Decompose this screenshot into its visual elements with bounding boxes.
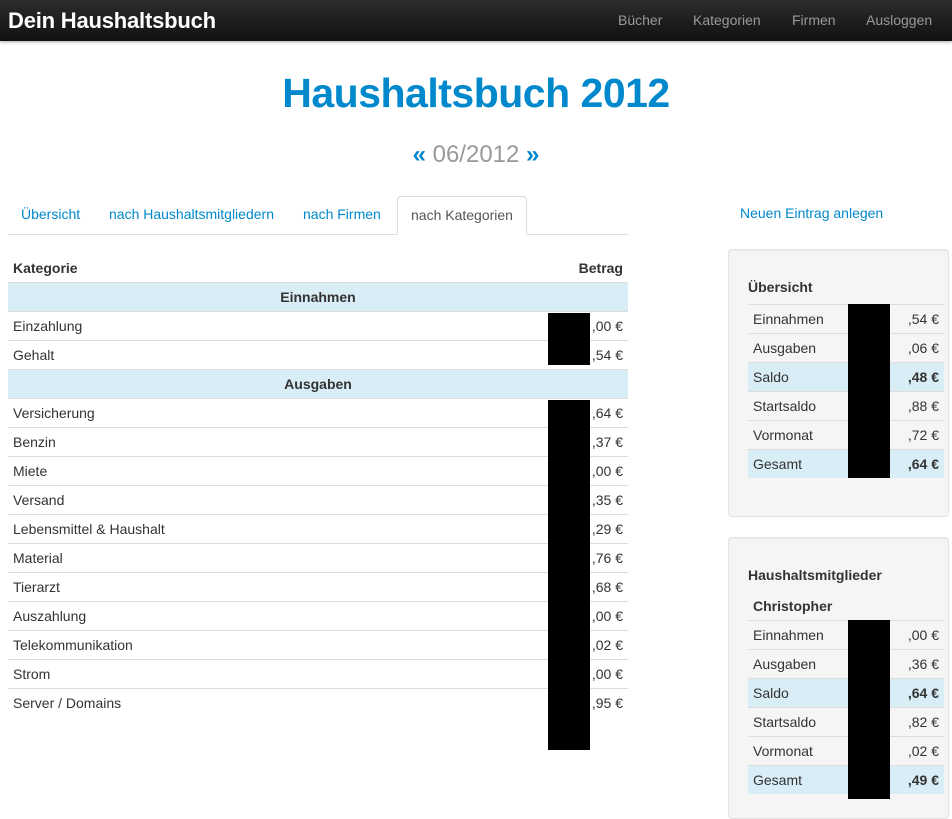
table-row: Gehalt ,54 €: [8, 340, 628, 370]
overview-panel-title: Übersicht: [748, 279, 813, 295]
tab-haushaltsmitglieder[interactable]: nach Haushaltsmitgliedern: [96, 196, 287, 233]
table-row: Ausgaben ,06 €: [748, 333, 944, 363]
table-row: Einnahmen ,00 €: [748, 620, 944, 650]
redaction-block-overview: [848, 304, 890, 478]
month-navigation: « 06/2012 »: [0, 141, 952, 169]
table-row: Material ,76 €: [8, 543, 628, 573]
table-row: Strom ,00 €: [8, 659, 628, 689]
category-name: Miete: [8, 456, 473, 486]
nav-item-firmen[interactable]: Firmen: [792, 12, 836, 28]
table-row: Vormonat ,02 €: [748, 736, 944, 766]
section-label-expenses: Ausgaben: [8, 369, 628, 399]
table-row: Auszahlung ,00 €: [8, 601, 628, 631]
table-row: Versand ,35 €: [8, 485, 628, 515]
brand-logo-text[interactable]: Dein Haushaltsbuch: [8, 8, 216, 34]
next-month-link[interactable]: »: [526, 141, 539, 168]
table-row: Telekommunikation ,02 €: [8, 630, 628, 660]
view-tabs: Übersicht nach Haushaltsmitgliedern nach…: [8, 196, 628, 235]
tab-uebersicht[interactable]: Übersicht: [8, 196, 93, 233]
member-name: Christopher: [753, 598, 833, 614]
section-expenses: Ausgaben: [8, 369, 628, 399]
table-row: Einzahlung ,00 €: [8, 311, 628, 341]
table-row: Saldo ,64 €: [748, 678, 944, 708]
table-row: Gesamt ,49 €: [748, 765, 944, 794]
table-row: Saldo ,48 €: [748, 362, 944, 392]
table-row: Einnahmen ,54 €: [748, 304, 944, 334]
table-row: Startsaldo ,88 €: [748, 391, 944, 421]
table-row: Versicherung ,64 €: [8, 398, 628, 428]
section-label-income: Einnahmen: [8, 282, 628, 312]
table-row: Startsaldo ,82 €: [748, 707, 944, 737]
nav-item-kategorien[interactable]: Kategorien: [693, 12, 761, 28]
category-name: Lebensmittel & Haushalt: [8, 514, 473, 544]
column-header-amount: Betrag: [578, 259, 623, 276]
category-name: Einzahlung: [8, 311, 473, 341]
table-row: Miete ,00 €: [8, 456, 628, 486]
members-panel: Haushaltsmitglieder Christopher Einnahme…: [728, 537, 949, 819]
nav-item-ausloggen[interactable]: Ausloggen: [866, 12, 932, 28]
column-header-category: Kategorie: [13, 259, 78, 276]
redaction-block-income: [548, 313, 590, 365]
table-row: Benzin ,37 €: [8, 427, 628, 457]
category-name: Versand: [8, 485, 473, 515]
category-table: Kategorie Betrag Einnahmen Einzahlung ,00…: [8, 253, 628, 717]
tab-firmen[interactable]: nach Firmen: [290, 196, 394, 233]
redaction-block-members: [848, 620, 890, 799]
redaction-block-expenses: [548, 400, 590, 750]
new-entry-link[interactable]: Neuen Eintrag anlegen: [740, 205, 883, 221]
category-name: Auszahlung: [8, 601, 473, 631]
table-header-row: Kategorie Betrag: [8, 253, 628, 283]
members-panel-title: Haushaltsmitglieder: [748, 567, 882, 583]
category-name: Strom: [8, 659, 473, 689]
table-row: Gesamt ,64 €: [748, 449, 944, 478]
current-month: 06/2012: [432, 141, 520, 168]
member-table: Einnahmen ,00 € Ausgaben ,36 € Saldo ,64 € …: [748, 620, 944, 794]
overview-table: Einnahmen ,54 € Ausgaben ,06 € Saldo ,48 € …: [748, 304, 944, 478]
table-row: Lebensmittel & Haushalt ,29 €: [8, 514, 628, 544]
category-name: Material: [8, 543, 473, 573]
table-row: Vormonat ,72 €: [748, 420, 944, 450]
table-row: Ausgaben ,36 €: [748, 649, 944, 679]
overview-panel: Übersicht Einnahmen ,54 € Ausgaben ,06 € S…: [728, 249, 949, 517]
tab-kategorien[interactable]: nach Kategorien: [397, 196, 527, 235]
category-name: Gehalt: [8, 340, 473, 370]
page-title: Haushaltsbuch 2012: [282, 70, 670, 116]
category-name: Tierarzt: [8, 572, 473, 602]
category-name: Versicherung: [8, 398, 473, 428]
table-row: Server / Domains ,95 €: [8, 688, 628, 717]
navbar: Dein Haushaltsbuch Bücher Kategorien Fir…: [0, 0, 952, 41]
section-income: Einnahmen: [8, 282, 628, 312]
table-row: Tierarzt ,68 €: [8, 572, 628, 602]
category-name: Server / Domains: [8, 688, 473, 717]
nav-item-buecher[interactable]: Bücher: [618, 12, 662, 28]
category-name: Benzin: [8, 427, 473, 457]
category-name: Telekommunikation: [8, 630, 473, 660]
prev-month-link[interactable]: «: [413, 141, 426, 168]
